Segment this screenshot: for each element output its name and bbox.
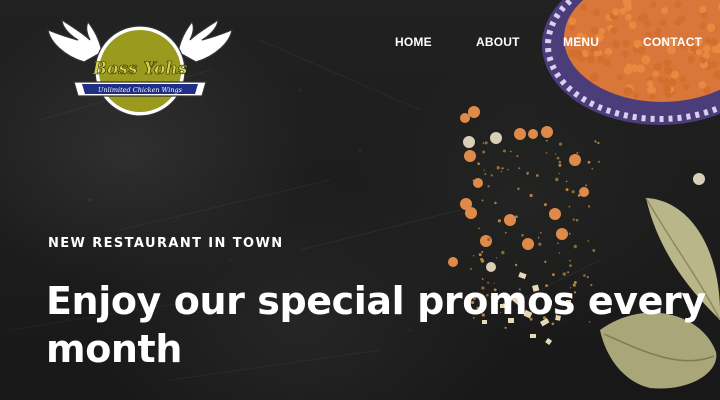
- nav-home-link[interactable]: HOME: [395, 35, 432, 49]
- hero-headline: Enjoy our special promos every month: [46, 277, 720, 373]
- nav-menu-link[interactable]: MENU: [563, 35, 599, 49]
- logo-tagline: Unlimited Chicken Wings: [98, 86, 183, 94]
- headline-line-1: Enjoy our special promos every: [46, 279, 706, 323]
- nav-about-link[interactable]: ABOUT: [476, 35, 520, 49]
- hero-eyebrow: NEW RESTAURANT IN TOWN: [48, 236, 284, 251]
- logo-wordmark: Boss Yohs: [92, 59, 188, 79]
- headline-line-2: month: [46, 327, 182, 371]
- main-nav: HOME ABOUT MENU CONTACT: [380, 35, 720, 51]
- boss-yohs-logo[interactable]: Boss Yohs Unlimited Chicken Wings: [44, 16, 236, 126]
- nav-contact-link[interactable]: CONTACT: [643, 35, 702, 49]
